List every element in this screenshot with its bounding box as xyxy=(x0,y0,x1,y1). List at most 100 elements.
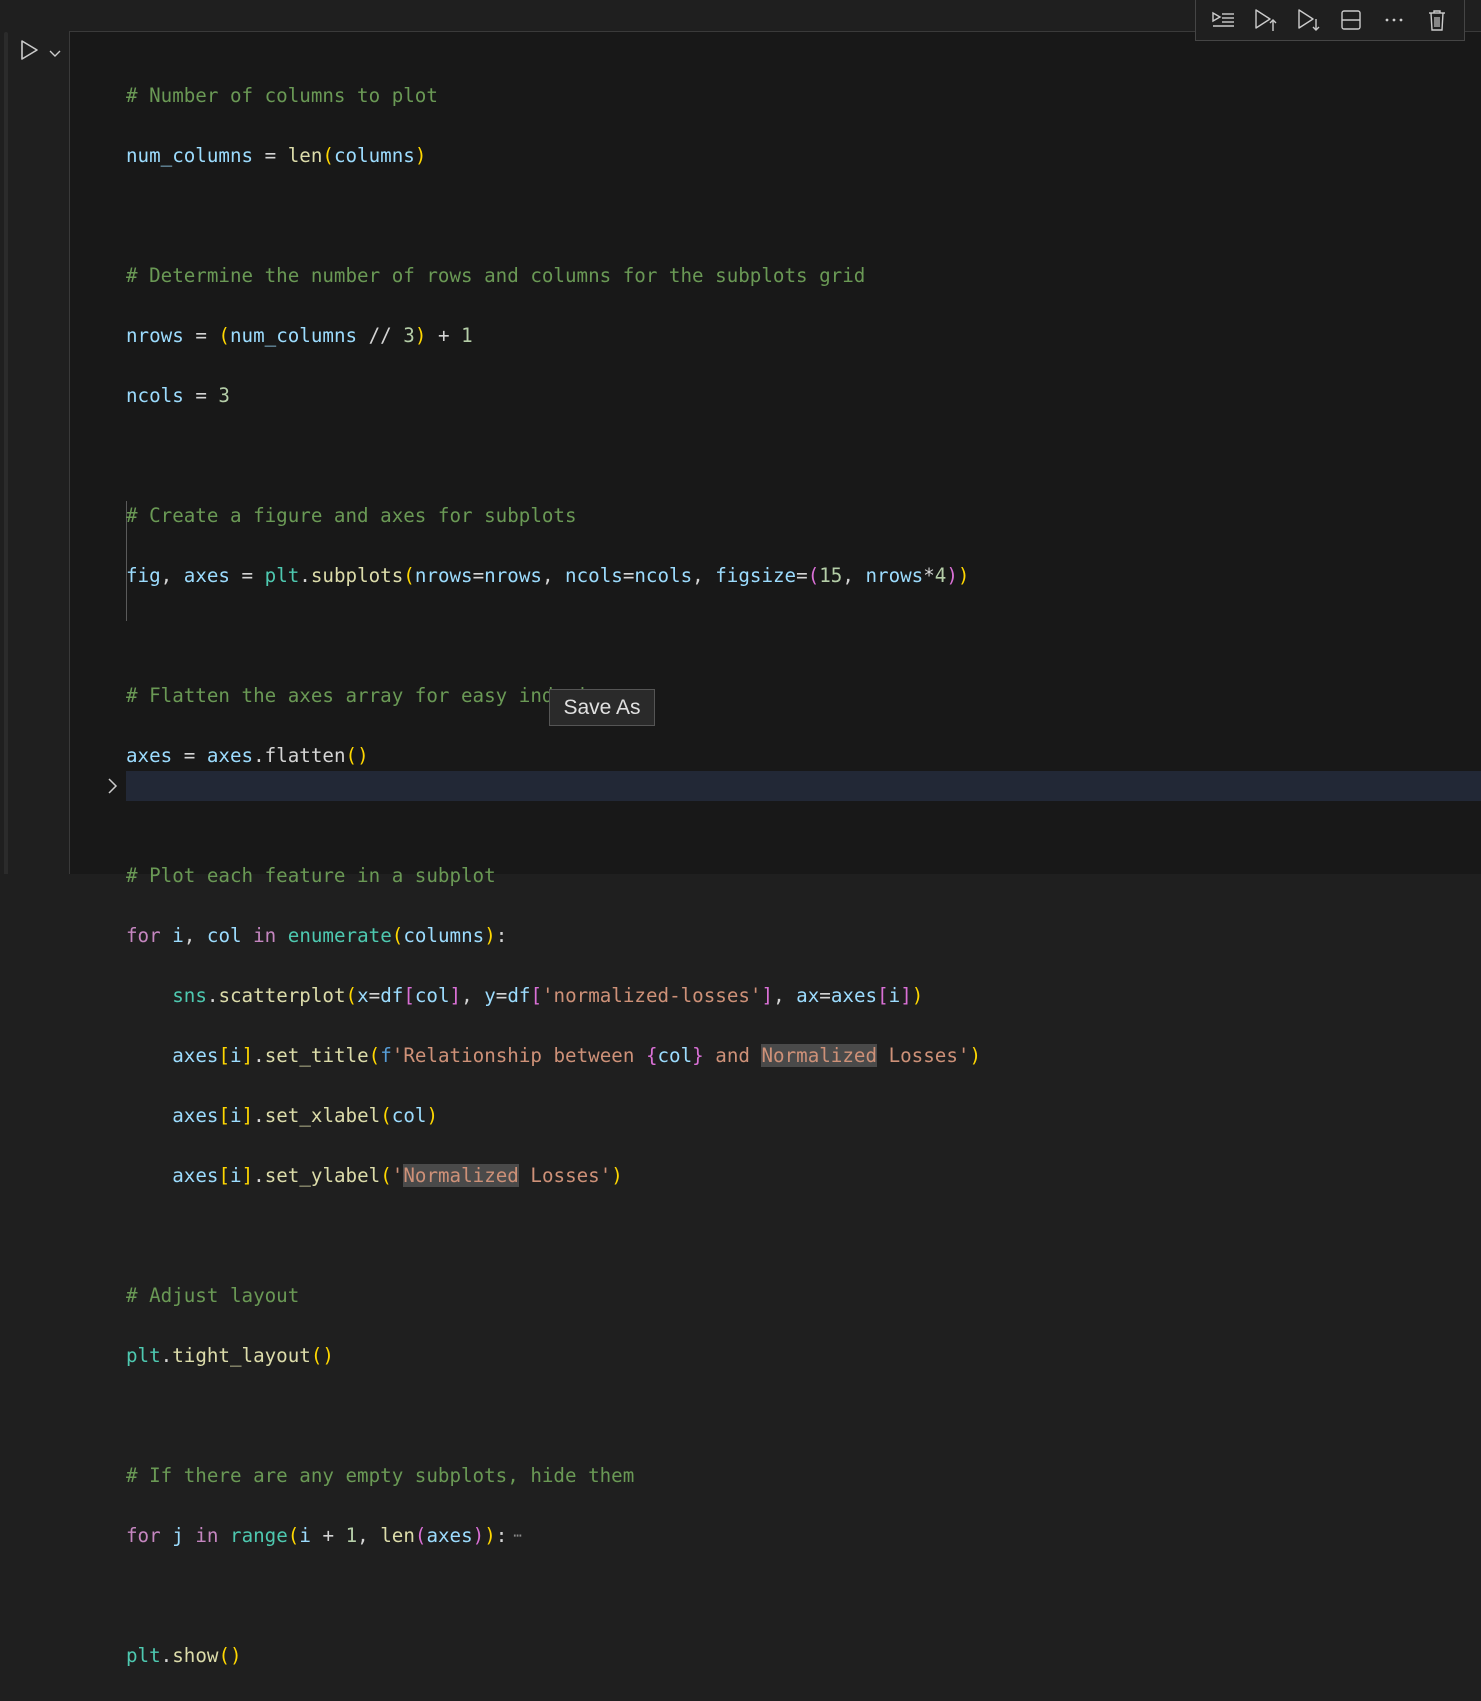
token: col xyxy=(206,924,242,947)
comment: # Adjust layout xyxy=(126,1284,300,1307)
token: ) xyxy=(357,744,369,767)
folded-code-ellipsis[interactable]: ⋯ xyxy=(513,1528,521,1544)
chevron-down-icon xyxy=(49,50,61,57)
token: . xyxy=(299,564,311,587)
token: i xyxy=(299,1524,311,1547)
token: ) xyxy=(611,1164,623,1187)
token: i xyxy=(230,1044,242,1067)
token: // xyxy=(357,324,404,347)
token: set_xlabel xyxy=(264,1104,381,1127)
token: ( xyxy=(287,1524,300,1547)
token: ] xyxy=(900,984,912,1007)
token: ( xyxy=(345,744,358,767)
token: ( xyxy=(391,924,404,947)
token: i xyxy=(230,1104,242,1127)
token: = xyxy=(819,984,831,1007)
token: ( xyxy=(368,1044,381,1067)
token: ( xyxy=(807,564,820,587)
token: ( xyxy=(345,984,358,1007)
token: col xyxy=(391,1104,427,1127)
token: i xyxy=(172,924,184,947)
token: ) xyxy=(414,144,427,167)
play-icon xyxy=(21,40,38,60)
expand-fold-button[interactable] xyxy=(104,776,120,796)
token: ( xyxy=(403,564,415,587)
execute-above-button[interactable] xyxy=(1251,5,1281,35)
token: fig xyxy=(126,564,161,587)
token: for xyxy=(126,924,161,947)
token: ) xyxy=(969,1044,981,1067)
code-line-9: fig, axes = plt.subplots(nrows=nrows, nc… xyxy=(126,561,981,591)
code-line-14: # Plot each feature in a subplot xyxy=(126,861,981,891)
token: num_columns xyxy=(126,144,254,167)
token: tight_layout xyxy=(172,1344,311,1367)
token: df xyxy=(507,984,531,1007)
token: axes xyxy=(172,1044,219,1067)
token: axes xyxy=(172,1104,219,1127)
token: ( xyxy=(218,1644,230,1667)
token: ncols xyxy=(634,564,693,587)
token: 4 xyxy=(934,564,947,587)
delete-cell-button[interactable] xyxy=(1422,5,1452,35)
token: col xyxy=(414,984,450,1007)
token: plt xyxy=(126,1644,161,1667)
token: [ xyxy=(877,984,889,1007)
token: ) xyxy=(472,1524,485,1547)
token: 'Relationship between xyxy=(391,1044,646,1067)
split-cell-button[interactable] xyxy=(1336,5,1366,35)
token: col xyxy=(657,1044,693,1067)
token: , xyxy=(692,564,716,587)
code-line-6: ncols = 3 xyxy=(126,381,981,411)
token: Losses' xyxy=(518,1164,612,1187)
search-match-highlight: Normalized xyxy=(403,1164,519,1187)
token: , xyxy=(541,564,566,587)
more-actions-button[interactable] xyxy=(1379,5,1409,35)
run-by-line-button[interactable] xyxy=(1208,5,1238,35)
token: show xyxy=(172,1644,219,1667)
more-actions-icon xyxy=(1385,18,1403,22)
token: + xyxy=(426,324,462,347)
search-match-highlight: Normalized xyxy=(761,1044,878,1067)
token: scatterplot xyxy=(218,984,346,1007)
code-line-24: # If there are any empty subplots, hide … xyxy=(126,1461,981,1491)
token: set_ylabel xyxy=(264,1164,381,1187)
token: . xyxy=(253,1164,265,1187)
token: ) xyxy=(911,984,924,1007)
token: = xyxy=(472,564,485,587)
split-cell-icon xyxy=(1341,10,1361,30)
run-cell-button[interactable] xyxy=(18,38,40,62)
token: plt xyxy=(264,564,300,587)
token: [ xyxy=(218,1104,230,1127)
token: . xyxy=(206,984,219,1007)
code-line-17: axes[i].set_title(f'Relationship between… xyxy=(126,1041,981,1071)
token: [ xyxy=(218,1164,230,1187)
token: for xyxy=(126,1524,161,1547)
chevron-right-icon xyxy=(108,778,118,794)
execute-below-button[interactable] xyxy=(1294,5,1324,35)
token: , xyxy=(357,1524,381,1547)
token: j xyxy=(172,1524,184,1547)
token: plt xyxy=(126,1344,161,1367)
token: df xyxy=(380,984,404,1007)
token: subplots xyxy=(310,564,404,587)
token: = xyxy=(229,564,265,587)
token: 3 xyxy=(218,384,230,407)
token: ] xyxy=(241,1164,254,1187)
token: len xyxy=(287,144,323,167)
token: . xyxy=(160,1644,173,1667)
token: [ xyxy=(218,1044,230,1067)
cell-status-bar xyxy=(4,32,8,874)
run-options-dropdown[interactable] xyxy=(48,44,62,57)
cell-toolbar xyxy=(1195,0,1465,41)
code-line-12: axes = axes.flatten() xyxy=(126,741,981,771)
token: sns xyxy=(172,984,207,1007)
